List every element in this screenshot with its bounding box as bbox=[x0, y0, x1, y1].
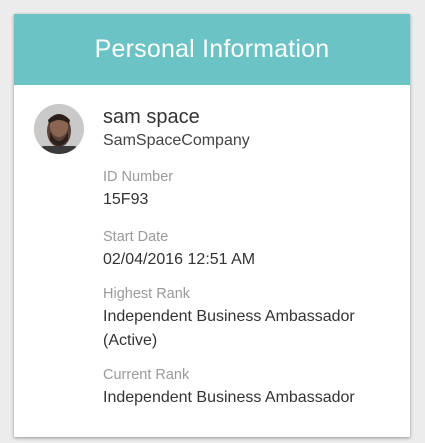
user-name: sam space bbox=[103, 106, 200, 128]
field-value: Independent Business Ambassador bbox=[103, 389, 355, 406]
card-header: Personal Information bbox=[14, 14, 410, 85]
field-label: Highest Rank bbox=[103, 286, 191, 302]
field-label: Current Rank bbox=[103, 367, 190, 383]
field-label: ID Number bbox=[103, 169, 174, 185]
user-avatar-icon bbox=[34, 104, 84, 154]
field-highest-rank: Highest Rank Independent Business Ambass… bbox=[103, 284, 400, 353]
field-label: Start Date bbox=[103, 229, 169, 245]
field-value: Independent Business Ambassador (Active) bbox=[103, 308, 355, 349]
avatar bbox=[34, 104, 84, 154]
company-name: SamSpaceCompany bbox=[103, 132, 250, 149]
profile-info: sam space SamSpaceCompany ID Number 15F9… bbox=[103, 105, 400, 410]
field-value: 02/04/2016 12:51 AM bbox=[103, 251, 256, 268]
field-start-date: Start Date 02/04/2016 12:51 AM bbox=[103, 227, 400, 272]
field-current-rank: Current Rank Independent Business Ambass… bbox=[103, 365, 400, 410]
field-value: 15F93 bbox=[103, 191, 149, 208]
field-id-number: ID Number 15F93 bbox=[103, 167, 400, 212]
personal-information-card: Personal Information sam space SamSpaceC… bbox=[14, 14, 410, 437]
card-title: Personal Information bbox=[94, 35, 330, 63]
